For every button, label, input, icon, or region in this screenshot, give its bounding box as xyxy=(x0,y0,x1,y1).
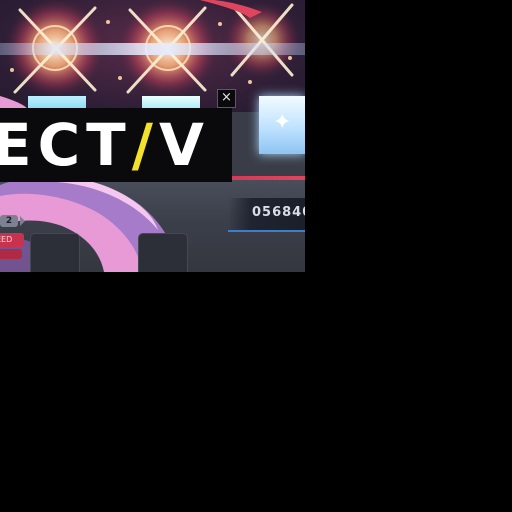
game-screen: 056840 2 EED ✦ ECT/V × xyxy=(0,0,305,272)
level-badge: 2 xyxy=(0,215,18,227)
sparkle-icon: ✦ xyxy=(273,110,292,135)
skill-slot[interactable] xyxy=(138,233,188,272)
banner-text-before: ECT xyxy=(0,111,132,179)
close-icon[interactable]: × xyxy=(217,89,236,108)
skill-slot[interactable] xyxy=(30,233,80,272)
banner-slash: / xyxy=(131,111,159,179)
score-display: 056840 xyxy=(252,205,305,220)
play-arrow-icon xyxy=(20,216,25,226)
speed-tag-base xyxy=(0,249,22,259)
banner-text-after: V xyxy=(158,111,210,179)
speed-tag: EED xyxy=(0,233,24,247)
title-banner-text: ECT/V xyxy=(0,108,210,182)
